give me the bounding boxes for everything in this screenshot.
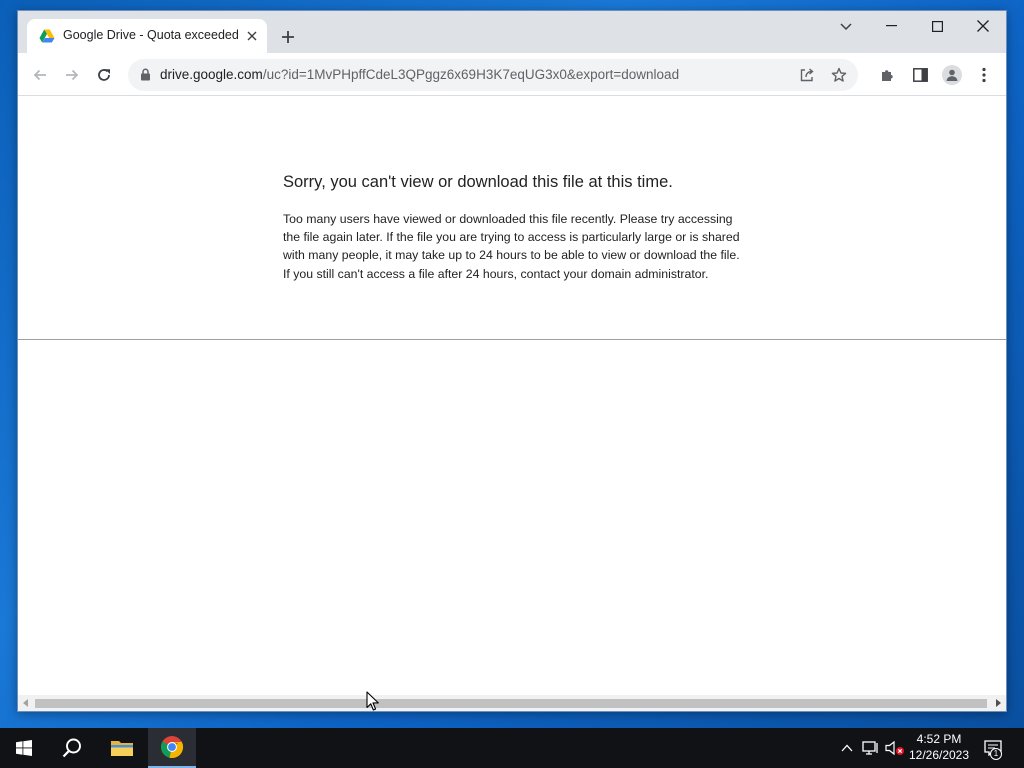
url-path: /uc?id=1MvPHpffCdeL3QPggz6x69H3K7eqUG3x0… <box>262 67 680 82</box>
tab-close-icon[interactable] <box>243 27 261 45</box>
extensions-button[interactable] <box>875 62 901 88</box>
scrollbar-thumb[interactable] <box>35 699 987 708</box>
search-icon <box>62 738 81 758</box>
reload-icon <box>98 69 110 81</box>
taskbar: 4:52 PM 12/26/2023 1 <box>0 728 1024 768</box>
scroll-right-icon <box>996 699 1001 707</box>
scroll-right-button[interactable] <box>990 695 1006 711</box>
side-panel-icon <box>912 68 928 82</box>
scroll-left-button[interactable] <box>18 695 34 711</box>
tab-title: Google Drive - Quota exceeded <box>63 28 239 42</box>
taskbar-clock[interactable]: 4:52 PM 12/26/2023 <box>902 731 976 763</box>
star-icon <box>831 67 847 82</box>
error-message: Sorry, you can't view or download this f… <box>283 173 743 283</box>
forward-button[interactable] <box>58 61 86 89</box>
profile-icon <box>946 69 958 81</box>
error-body: Too many users have viewed or downloaded… <box>283 212 740 281</box>
browser-toolbar: drive.google.com/uc?id=1MvPHpffCdeL3QPgg… <box>18 53 1006 96</box>
share-button[interactable] <box>796 64 818 86</box>
notification-center-button[interactable]: 1 <box>983 738 1003 760</box>
plus-icon <box>282 31 294 43</box>
close-window-button[interactable] <box>960 11 1006 41</box>
bookmark-button[interactable] <box>828 64 850 86</box>
taskbar-file-explorer[interactable] <box>98 728 146 768</box>
tab-search-button[interactable] <box>834 15 858 39</box>
menu-button[interactable] <box>971 62 997 88</box>
google-drive-icon <box>39 29 55 43</box>
minimize-icon <box>885 25 897 27</box>
notification-count-badge: 1 <box>990 748 1002 760</box>
back-button[interactable] <box>26 61 54 89</box>
start-icon <box>16 740 32 756</box>
chrome-icon <box>161 736 184 759</box>
tab-google-drive[interactable]: Google Drive - Quota exceeded <box>27 19 267 53</box>
content-divider <box>18 339 1006 340</box>
browser-window: Google Drive - Quota exceeded drive.goog… <box>17 10 1007 712</box>
maximize-button[interactable] <box>914 11 960 41</box>
side-panel-button[interactable] <box>907 62 933 88</box>
chevron-up-icon <box>841 744 853 752</box>
avatar <box>942 65 962 85</box>
network-icon <box>862 741 878 755</box>
window-controls <box>868 11 1006 41</box>
error-title: Sorry, you can't view or download this f… <box>283 173 673 191</box>
arrow-right-icon <box>66 69 79 81</box>
puzzle-icon <box>882 70 893 81</box>
show-hidden-icons-button[interactable] <box>837 738 857 758</box>
kebab-menu-icon <box>982 67 986 83</box>
clock-time: 4:52 PM <box>916 732 962 746</box>
horizontal-scrollbar[interactable] <box>18 695 1006 711</box>
close-icon <box>977 20 989 32</box>
url-text[interactable]: drive.google.com/uc?id=1MvPHpffCdeL3QPgg… <box>160 67 679 82</box>
chevron-down-icon <box>840 23 852 31</box>
page-content: Sorry, you can't view or download this f… <box>18 97 1006 697</box>
maximize-icon <box>931 20 943 32</box>
new-tab-button[interactable] <box>276 25 300 49</box>
taskbar-chrome[interactable] <box>148 728 196 768</box>
file-explorer-icon <box>111 741 133 756</box>
share-icon <box>800 68 814 82</box>
scroll-left-icon <box>23 699 28 707</box>
url-host: drive.google.com <box>160 67 263 82</box>
start-button[interactable] <box>0 728 48 768</box>
clock-date: 12/26/2023 <box>908 748 970 762</box>
network-tray-button[interactable] <box>861 738 881 758</box>
taskbar-search-button[interactable] <box>48 728 96 768</box>
lock-icon[interactable] <box>140 68 151 81</box>
reload-button[interactable] <box>90 61 118 89</box>
browser-titlebar: Google Drive - Quota exceeded <box>18 11 1006 53</box>
mouse-cursor-icon <box>366 691 379 711</box>
arrow-left-icon <box>33 69 46 81</box>
minimize-button[interactable] <box>868 11 914 41</box>
profile-button[interactable] <box>939 62 965 88</box>
address-bar[interactable]: drive.google.com/uc?id=1MvPHpffCdeL3QPgg… <box>128 59 858 91</box>
